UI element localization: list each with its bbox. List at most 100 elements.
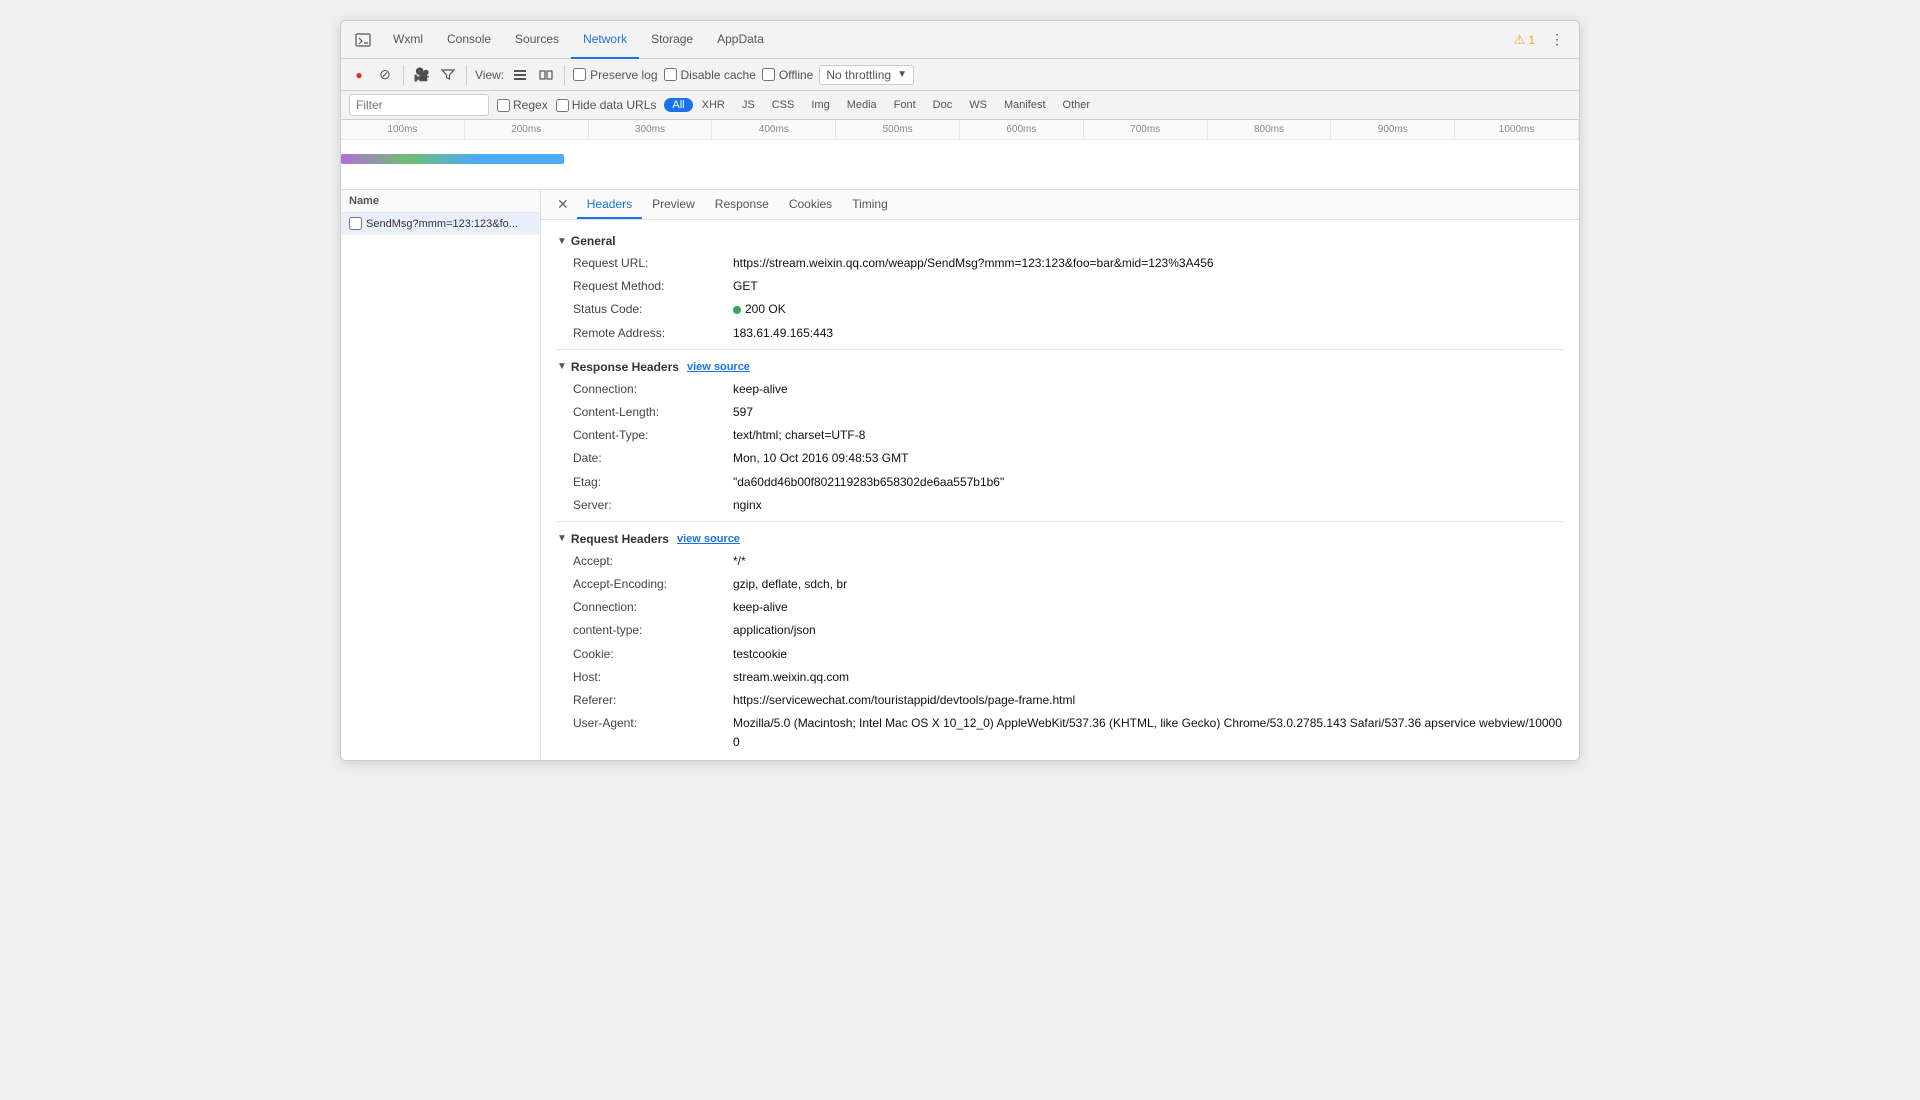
reqh-val: */* <box>733 552 746 571</box>
regex-checkbox[interactable]: Regex <box>497 98 548 112</box>
filter-type-manifest[interactable]: Manifest <box>996 98 1054 112</box>
rh-val: 597 <box>733 403 753 422</box>
warning-badge: ⚠ 1 <box>1514 32 1535 48</box>
request-headers-title: Request Headers <box>571 532 669 546</box>
general-toggle-icon: ▼ <box>557 236 567 247</box>
general-remote-key: Remote Address: <box>573 324 733 343</box>
request-header-row: content-type:application/json <box>557 619 1563 642</box>
timeline-tick-400: 400ms <box>712 120 836 139</box>
timeline-tick-100: 100ms <box>341 120 465 139</box>
general-method-row: Request Method: GET <box>557 275 1563 298</box>
stop-button[interactable]: ⊘ <box>375 65 395 85</box>
reqh-key: content-type: <box>573 621 733 640</box>
throttle-chevron-icon: ▼ <box>897 69 907 80</box>
reqh-val: keep-alive <box>733 598 788 617</box>
filter-type-font[interactable]: Font <box>886 98 924 112</box>
warning-icon: ⚠ <box>1514 32 1526 48</box>
general-section-header[interactable]: ▼ General <box>557 228 1563 252</box>
general-remote-val: 183.61.49.165:443 <box>733 324 833 343</box>
request-headers-toggle-icon: ▼ <box>557 533 567 544</box>
timeline-tick-600: 600ms <box>960 120 1084 139</box>
main-area: Name SendMsg?mmm=123:123&fo... ✕ Headers… <box>341 190 1579 760</box>
rh-key: Date: <box>573 449 733 468</box>
reqh-key: X-Requested-With: <box>573 757 733 760</box>
request-header-row: X-Requested-With:XMLHttpRequest <box>557 755 1563 760</box>
filter-type-js[interactable]: JS <box>734 98 763 112</box>
reqh-val: XMLHttpRequest <box>733 757 824 760</box>
reqh-val: stream.weixin.qq.com <box>733 668 849 687</box>
reqh-key: Host: <box>573 668 733 687</box>
more-options-icon[interactable]: ⋮ <box>1543 26 1571 54</box>
rh-val: "da60dd46b00f802119283b658302de6aa557b1b… <box>733 473 1004 492</box>
general-remote-row: Remote Address: 183.61.49.165:443 <box>557 322 1563 345</box>
reqh-key: Connection: <box>573 598 733 617</box>
filter-input[interactable] <box>349 94 489 116</box>
video-button[interactable]: 🎥 <box>412 65 432 85</box>
detail-tab-headers[interactable]: Headers <box>577 191 642 219</box>
filter-toggle-button[interactable] <box>438 65 458 85</box>
list-item[interactable]: SendMsg?mmm=123:123&fo... <box>341 213 540 235</box>
filter-type-css[interactable]: CSS <box>764 98 803 112</box>
status-dot-icon <box>733 306 741 314</box>
reqh-val: application/json <box>733 621 816 640</box>
timeline-ruler: 100ms 200ms 300ms 400ms 500ms 600ms 700m… <box>341 120 1579 140</box>
filter-type-xhr[interactable]: XHR <box>694 98 733 112</box>
response-header-row: Content-Type:text/html; charset=UTF-8 <box>557 424 1563 447</box>
offline-checkbox[interactable]: Offline <box>762 68 813 82</box>
request-headers-section-header[interactable]: ▼ Request Headers view source <box>557 526 1563 550</box>
preserve-log-checkbox[interactable]: Preserve log <box>573 68 657 82</box>
request-headers-view-source-link[interactable]: view source <box>677 533 740 545</box>
detail-panel: ✕ Headers Preview Response Cookies Timin… <box>541 190 1579 760</box>
detail-tab-timing[interactable]: Timing <box>842 191 898 219</box>
general-request-url-val: https://stream.weixin.qq.com/weapp/SendM… <box>733 254 1214 273</box>
reqh-val: testcookie <box>733 645 787 664</box>
filter-type-ws[interactable]: WS <box>961 98 995 112</box>
response-header-row: Connection:keep-alive <box>557 378 1563 401</box>
timeline-request-bar <box>341 154 564 164</box>
response-headers-view-source-link[interactable]: view source <box>687 361 750 373</box>
reqh-key: Referer: <box>573 691 733 710</box>
filter-type-doc[interactable]: Doc <box>925 98 961 112</box>
request-list-header: Name <box>341 190 540 213</box>
request-header-row: Accept:*/* <box>557 550 1563 573</box>
detail-tab-preview[interactable]: Preview <box>642 191 705 219</box>
warning-count: 1 <box>1528 33 1535 47</box>
request-header-row: User-Agent:Mozilla/5.0 (Macintosh; Intel… <box>557 712 1563 754</box>
request-item-checkbox[interactable] <box>349 217 362 230</box>
reqh-val: gzip, deflate, sdch, br <box>733 575 847 594</box>
hide-data-urls-checkbox[interactable]: Hide data URLs <box>556 98 657 112</box>
response-header-row: Date:Mon, 10 Oct 2016 09:48:53 GMT <box>557 447 1563 470</box>
response-headers-section-header[interactable]: ▼ Response Headers view source <box>557 354 1563 378</box>
general-status-key: Status Code: <box>573 300 733 319</box>
toolbar: ● ⊘ 🎥 View: Preserve log <box>341 59 1579 91</box>
reqh-key: User-Agent: <box>573 714 733 752</box>
rh-val: keep-alive <box>733 380 788 399</box>
rh-key: Etag: <box>573 473 733 492</box>
detail-tab-cookies[interactable]: Cookies <box>779 191 842 219</box>
disable-cache-checkbox[interactable]: Disable cache <box>664 68 756 82</box>
filter-type-media[interactable]: Media <box>839 98 885 112</box>
detail-tab-response[interactable]: Response <box>705 191 779 219</box>
detail-close-button[interactable]: ✕ <box>549 190 577 219</box>
filter-type-img[interactable]: Img <box>803 98 837 112</box>
devtools-window: Wxml Console Sources Network Storage App… <box>340 20 1580 761</box>
record-button[interactable]: ● <box>349 65 369 85</box>
request-header-row: Connection:keep-alive <box>557 596 1563 619</box>
divider-2 <box>557 521 1563 522</box>
filter-type-other[interactable]: Other <box>1055 98 1099 112</box>
throttle-select[interactable]: No throttling ▼ <box>819 65 914 85</box>
request-header-row: Cookie:testcookie <box>557 643 1563 666</box>
filter-type-all[interactable]: All <box>664 98 692 112</box>
devtools-icon[interactable] <box>349 26 377 54</box>
view-frames-button[interactable] <box>536 65 556 85</box>
general-title: General <box>571 234 616 248</box>
view-list-button[interactable] <box>510 65 530 85</box>
tab-appdata[interactable]: AppData <box>705 21 776 59</box>
tab-console[interactable]: Console <box>435 21 503 59</box>
tab-wxml[interactable]: Wxml <box>381 21 435 59</box>
tab-network[interactable]: Network <box>571 21 639 59</box>
tab-storage[interactable]: Storage <box>639 21 705 59</box>
response-header-row: Server:nginx <box>557 494 1563 517</box>
reqh-val: Mozilla/5.0 (Macintosh; Intel Mac OS X 1… <box>733 714 1563 752</box>
tab-sources[interactable]: Sources <box>503 21 571 59</box>
